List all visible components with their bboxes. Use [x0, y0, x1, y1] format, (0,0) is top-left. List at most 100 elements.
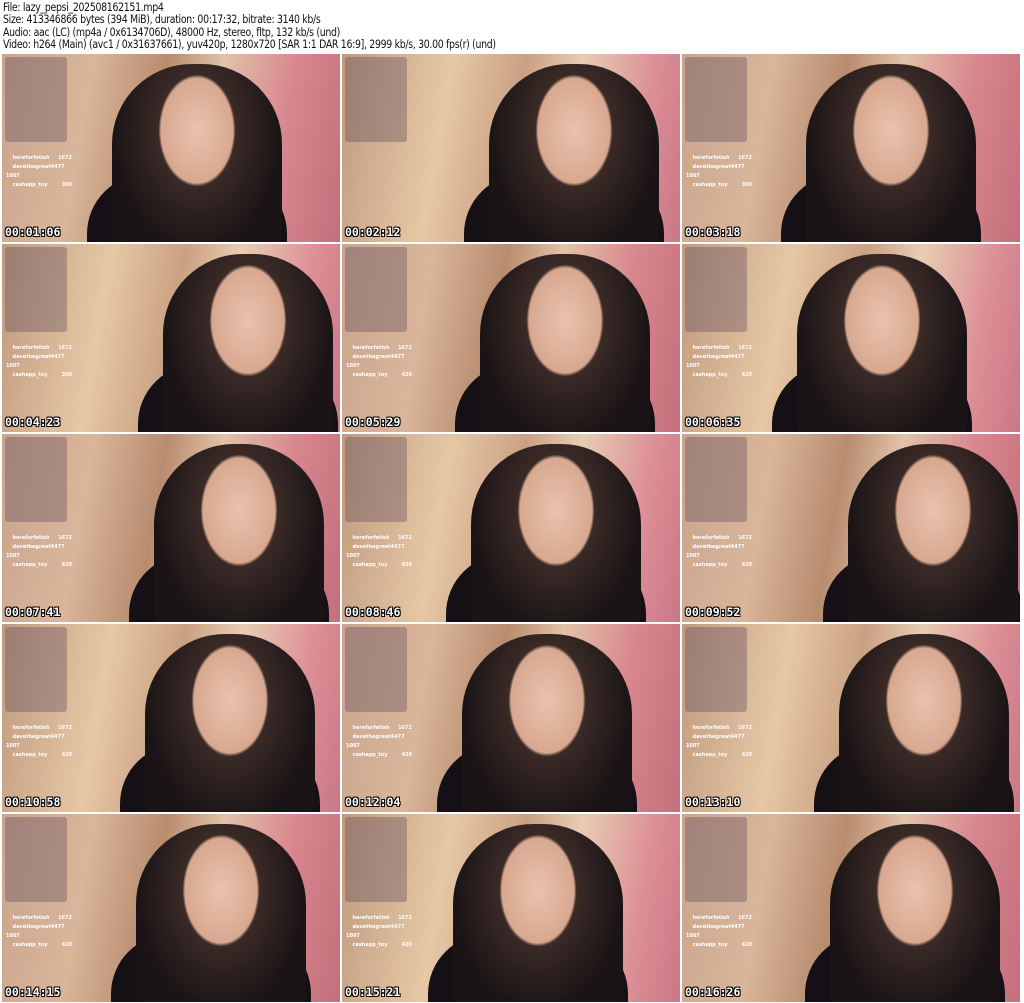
- leaderboard-score: 420: [741, 562, 752, 568]
- trophy-icon: ♛: [686, 372, 691, 378]
- video-thumbnail: ♛ hereforfetish 1672 ♛ davethegreat4477 1007…: [682, 54, 1020, 242]
- leaderboard-name: hereforfetish: [12, 915, 50, 921]
- person-figure: [797, 254, 967, 432]
- trophy-icon: ♛: [346, 544, 351, 550]
- video-thumbnail: ♛ hereforfetish 1672 ♛ davethegreat4477 1007…: [342, 244, 680, 432]
- file-size: Size: 413346866 bytes (394 MiB), duratio…: [3, 12, 321, 27]
- leaderboard-row: ♛ cashapp_toy 420: [6, 561, 72, 570]
- tip-menu-overlay: [685, 437, 747, 522]
- leaderboard-row: ♛ davethegreat4477 1007: [6, 733, 72, 751]
- leaderboard-name: davethegreat4477 1007: [6, 924, 65, 939]
- timestamp: 00:14:15: [5, 985, 61, 999]
- trophy-icon: ♛: [6, 164, 11, 170]
- video-thumbnail: ♛ hereforfetish 1672 ♛ davethegreat4477 1007…: [342, 814, 680, 1002]
- person-figure: [471, 444, 641, 622]
- video-thumbnail: 00:02:12: [342, 54, 680, 242]
- leaderboard-row: ♛ cashapp_toy 420: [686, 561, 752, 570]
- trophy-icon: ♛: [346, 942, 351, 948]
- leaderboard-row: ♛ davethegreat4477 1007: [686, 353, 752, 371]
- timestamp: 00:13:10: [685, 795, 741, 809]
- leaderboard: ♛ hereforfetish 1672 ♛ davethegreat4477 1007…: [346, 914, 412, 950]
- leaderboard-score: 1672: [738, 345, 752, 351]
- leaderboard-row: ♛ cashapp_toy 420: [346, 371, 412, 380]
- person-figure: [806, 64, 976, 242]
- tip-menu-overlay: [5, 247, 67, 332]
- leaderboard-score: 420: [61, 752, 72, 758]
- tip-menu-overlay: [685, 247, 747, 332]
- leaderboard-row: ♛ davethegreat4477 1007: [6, 543, 72, 561]
- leaderboard-name: cashapp_toy: [12, 562, 48, 568]
- trophy-icon: ♛: [686, 752, 691, 758]
- leaderboard-row: ♛ cashapp_toy 420: [686, 371, 752, 380]
- leaderboard-row: ♛ cashapp_toy 390: [6, 181, 72, 190]
- leaderboard-name: davethegreat4477 1007: [6, 354, 65, 369]
- leaderboard: ♛ hereforfetish 1672 ♛ davethegreat4477 1007…: [346, 344, 412, 380]
- video-thumbnail: ♛ hereforfetish 1672 ♛ davethegreat4477 1007…: [682, 434, 1020, 622]
- trophy-icon: ♛: [686, 535, 691, 541]
- trophy-icon: ♛: [686, 915, 691, 921]
- tip-menu-overlay: [5, 817, 67, 902]
- timestamp: 00:16:26: [685, 985, 741, 999]
- leaderboard-name: cashapp_toy: [12, 182, 48, 188]
- trophy-icon: ♛: [6, 725, 11, 731]
- leaderboard-score: 1672: [58, 725, 72, 731]
- leaderboard: ♛ hereforfetish 1672 ♛ davethegreat4477 1007…: [346, 534, 412, 570]
- video-thumbnail: ♛ hereforfetish 1672 ♛ davethegreat4477 1007…: [2, 244, 340, 432]
- leaderboard-score: 1672: [398, 345, 412, 351]
- person-figure: [145, 634, 315, 812]
- leaderboard-row: ♛ hereforfetish 1672: [686, 344, 752, 353]
- timestamp: 00:15:21: [345, 985, 401, 999]
- leaderboard-name: hereforfetish: [692, 915, 730, 921]
- timestamp: 00:02:12: [345, 225, 401, 239]
- trophy-icon: ♛: [686, 562, 691, 568]
- leaderboard-score: 1672: [58, 345, 72, 351]
- leaderboard-score: 390: [61, 182, 72, 188]
- leaderboard-score: 1672: [738, 725, 752, 731]
- person-figure: [154, 444, 324, 622]
- trophy-icon: ♛: [686, 725, 691, 731]
- video-thumbnail: ♛ hereforfetish 1672 ♛ davethegreat4477 1007…: [342, 434, 680, 622]
- leaderboard-name: davethegreat4477 1007: [6, 734, 65, 749]
- leaderboard-score: 420: [61, 562, 72, 568]
- leaderboard-score: 420: [401, 372, 412, 378]
- leaderboard: ♛ hereforfetish 1672 ♛ davethegreat4477 1007…: [686, 724, 752, 760]
- leaderboard-score: 420: [741, 942, 752, 948]
- tip-menu-overlay: [345, 817, 407, 902]
- leaderboard-row: ♛ cashapp_toy 420: [686, 941, 752, 950]
- tip-menu-overlay: [345, 247, 407, 332]
- timestamp: 00:10:58: [5, 795, 61, 809]
- leaderboard-row: ♛ cashapp_toy 390: [6, 371, 72, 380]
- leaderboard-name: hereforfetish: [692, 535, 730, 541]
- trophy-icon: ♛: [346, 915, 351, 921]
- tip-menu-overlay: [345, 627, 407, 712]
- leaderboard-name: cashapp_toy: [692, 182, 728, 188]
- leaderboard-name: cashapp_toy: [12, 942, 48, 948]
- timestamp: 00:09:52: [685, 605, 741, 619]
- person-figure: [453, 824, 623, 1002]
- leaderboard-name: hereforfetish: [12, 725, 50, 731]
- leaderboard-score: 390: [741, 182, 752, 188]
- timestamp: 00:05:29: [345, 415, 401, 429]
- trophy-icon: ♛: [6, 562, 11, 568]
- leaderboard-score: 420: [401, 752, 412, 758]
- leaderboard-name: davethegreat4477 1007: [686, 544, 745, 559]
- tip-menu-overlay: [685, 817, 747, 902]
- leaderboard-name: hereforfetish: [692, 155, 730, 161]
- trophy-icon: ♛: [346, 372, 351, 378]
- leaderboard-row: ♛ davethegreat4477 1007: [6, 163, 72, 181]
- leaderboard-name: davethegreat4477 1007: [686, 924, 745, 939]
- leaderboard-name: cashapp_toy: [352, 562, 388, 568]
- leaderboard-score: 420: [401, 562, 412, 568]
- person-figure: [462, 634, 632, 812]
- trophy-icon: ♛: [686, 734, 691, 740]
- leaderboard: ♛ hereforfetish 1672 ♛ davethegreat4477 1007…: [6, 154, 72, 190]
- leaderboard-row: ♛ davethegreat4477 1007: [686, 163, 752, 181]
- timestamp: 00:07:41: [5, 605, 61, 619]
- leaderboard-name: davethegreat4477 1007: [346, 354, 405, 369]
- trophy-icon: ♛: [686, 924, 691, 930]
- leaderboard-score: 1672: [58, 155, 72, 161]
- leaderboard-score: 1672: [738, 155, 752, 161]
- leaderboard-name: davethegreat4477 1007: [686, 734, 745, 749]
- leaderboard-name: cashapp_toy: [12, 372, 48, 378]
- leaderboard: ♛ hereforfetish 1672 ♛ davethegreat4477 1007…: [6, 534, 72, 570]
